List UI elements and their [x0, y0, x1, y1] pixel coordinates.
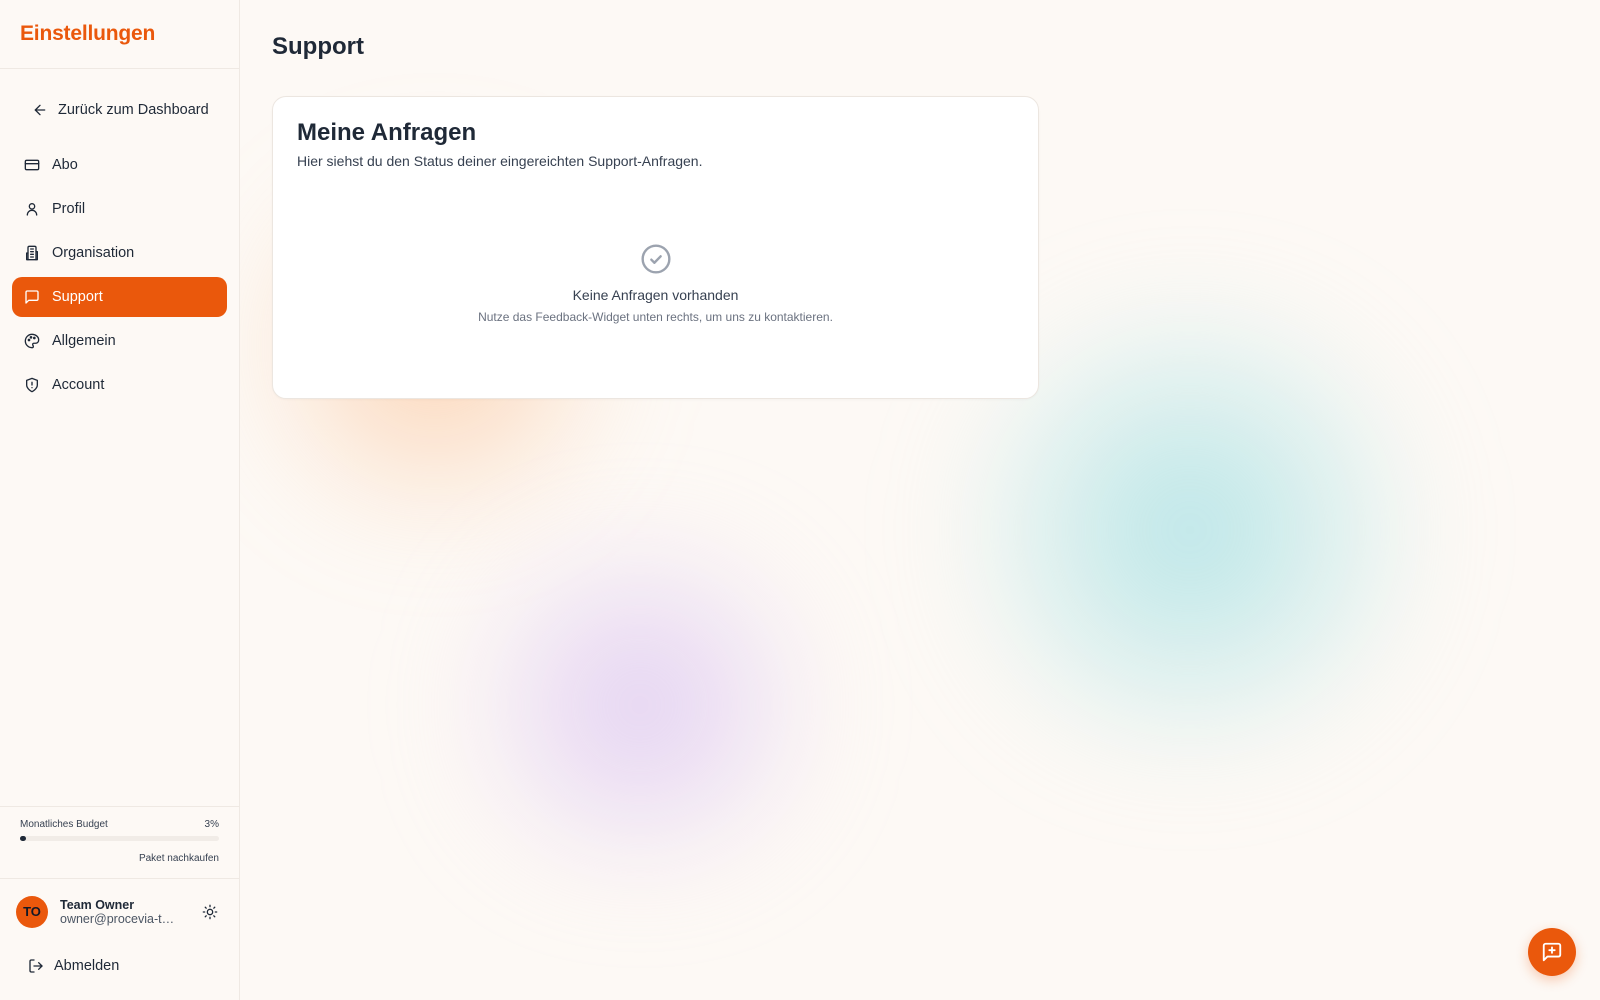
- budget-label: Monatliches Budget: [20, 819, 108, 830]
- user-email: owner@procevia-te...: [60, 911, 178, 926]
- main-content: Support Meine Anfragen Hier siehst du de…: [240, 0, 1600, 1000]
- empty-state-title: Keine Anfragen vorhanden: [572, 287, 739, 303]
- sidebar-item-label: Organisation: [52, 245, 135, 261]
- sun-icon: [202, 904, 218, 919]
- feedback-widget-button[interactable]: [1528, 928, 1576, 976]
- user-profile: TO Team Owner owner@procevia-te...: [0, 878, 239, 944]
- page-title: Support: [272, 33, 364, 60]
- sidebar-title: Einstellungen: [20, 22, 156, 45]
- building-icon: [26, 245, 38, 261]
- user-icon: [26, 203, 38, 216]
- sidebar-item-account[interactable]: Account: [12, 365, 227, 405]
- sidebar-item-support[interactable]: Support: [12, 277, 227, 317]
- card-subtitle: Hier siehst du den Status deiner eingere…: [297, 153, 703, 169]
- logout-button[interactable]: Abmelden: [0, 944, 239, 988]
- sidebar-item-label: Allgemein: [52, 333, 116, 349]
- logout-label: Abmelden: [54, 958, 120, 974]
- back-to-dashboard-label: Zurück zum Dashboard: [58, 102, 209, 118]
- budget-progress-bar: [20, 836, 219, 841]
- sidebar: Einstellungen Zurück zum Dashboard Abo P…: [0, 0, 240, 1000]
- sidebar-item-profil[interactable]: Profil: [12, 189, 227, 229]
- logout-icon: [29, 959, 43, 973]
- sidebar-item-organisation[interactable]: Organisation: [12, 233, 227, 273]
- palette-icon: [24, 333, 40, 349]
- sidebar-item-abo[interactable]: Abo: [12, 145, 227, 185]
- user-name: Team Owner: [60, 897, 135, 912]
- sidebar-item-label: Support: [52, 289, 103, 305]
- empty-state: Keine Anfragen vorhanden Nutze das Feedb…: [273, 243, 1038, 324]
- message-plus-icon: [1542, 942, 1562, 962]
- budget-progress-fill: [20, 836, 26, 841]
- budget-percent: 3%: [204, 819, 219, 830]
- budget-panel: Monatliches Budget 3% Paket nachkaufen: [0, 806, 239, 878]
- message-square-icon: [25, 290, 39, 304]
- sidebar-item-label: Abo: [52, 157, 78, 173]
- buy-package-link[interactable]: Paket nachkaufen: [139, 853, 219, 864]
- sidebar-header: Einstellungen: [0, 0, 239, 69]
- back-to-dashboard-link[interactable]: Zurück zum Dashboard: [12, 91, 227, 129]
- sidebar-item-label: Profil: [52, 201, 86, 217]
- requests-card: Meine Anfragen Hier siehst du den Status…: [272, 96, 1039, 399]
- sidebar-item-label: Account: [52, 377, 105, 393]
- check-circle-icon: [640, 244, 671, 274]
- settings-nav: Abo Profil Organisation Support Allgemei…: [0, 145, 239, 405]
- theme-toggle-button[interactable]: [197, 899, 223, 925]
- card-title: Meine Anfragen: [297, 119, 477, 146]
- avatar[interactable]: TO: [16, 895, 48, 928]
- credit-card-icon: [24, 159, 40, 171]
- empty-state-text: Nutze das Feedback-Widget unten rechts, …: [478, 310, 833, 324]
- arrow-left-icon: [34, 104, 46, 116]
- sidebar-item-allgemein[interactable]: Allgemein: [12, 321, 227, 361]
- shield-icon: [26, 377, 38, 393]
